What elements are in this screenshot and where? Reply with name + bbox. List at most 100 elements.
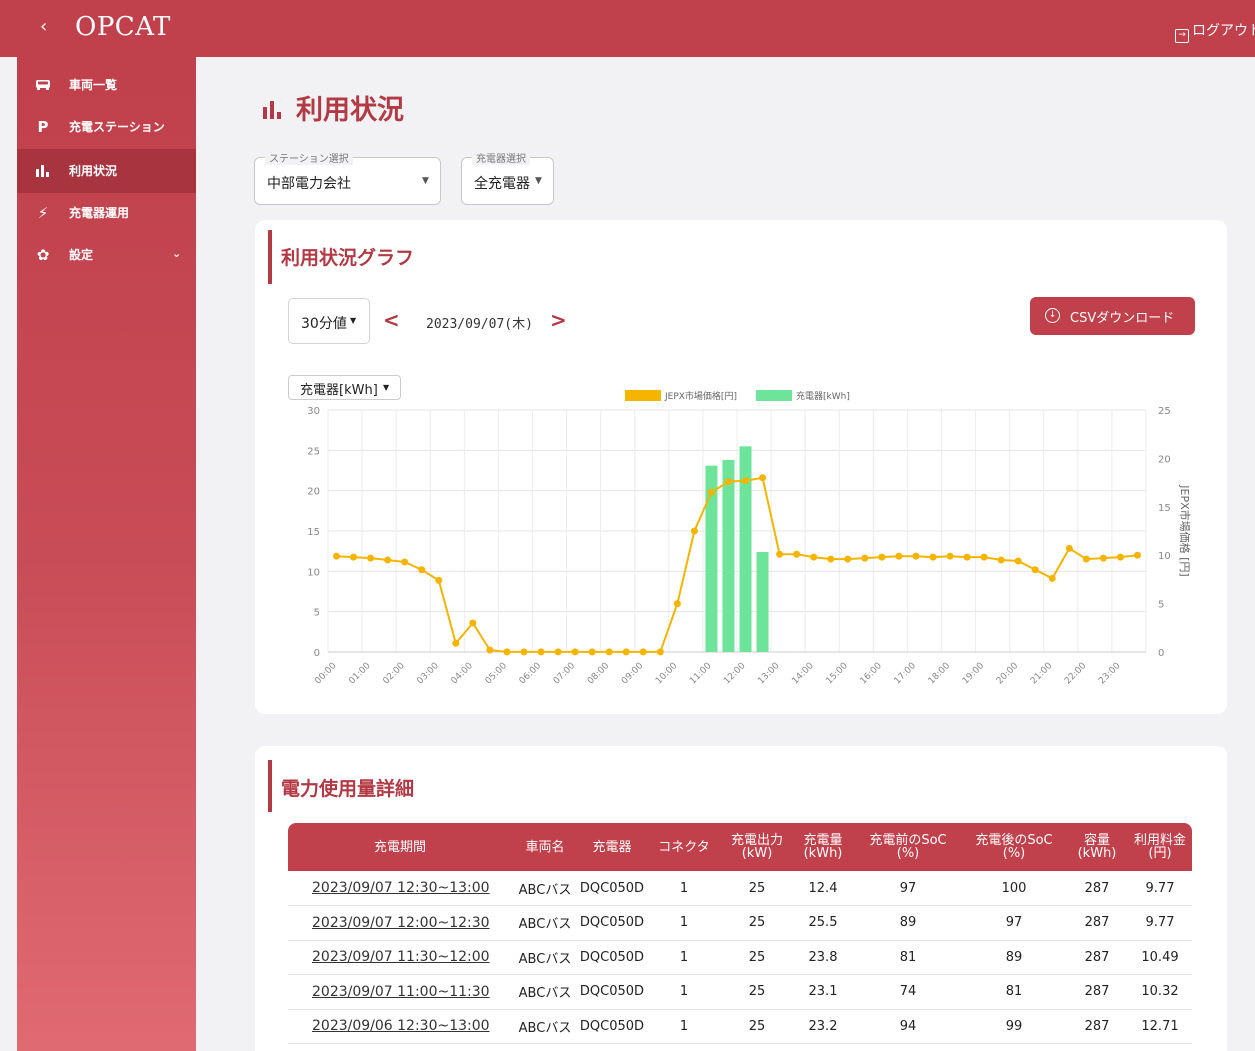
table-cell-fee: 12.71 [1128,1009,1192,1044]
point-jepx-price [844,555,852,563]
sidebar-item-stations[interactable]: P 充電ステーション [17,105,196,149]
table-header-text: 充電期間 [373,839,426,855]
table-cell-capacity: 287 [1066,871,1128,906]
point-jepx-price [742,477,750,485]
x-tick-label: 06:00 [518,661,544,687]
sidebar-item-label: 充電器運用 [69,206,130,220]
table-cell-output: 25 [722,974,792,1010]
sidebar: 車両一覧 P 充電ステーション 利用状況 ⚡ 充電器運用 ✿ 設定 ⌄ [17,57,196,1051]
x-tick-label: 19:00 [961,661,987,687]
sidebar-item-settings[interactable]: ✿ 設定 ⌄ [17,233,196,277]
table-header-text: (%) [896,846,920,861]
caret-down-icon: ▼ [535,176,542,186]
table-row: 2023/09/07 11:00~11:30 ABCバス DQC050D 1 25 23.… [288,974,1192,1010]
bar-chart-icon [262,95,284,126]
table-header-col-fee: 利用料金 (円) [1128,823,1192,871]
caret-down-icon: ▼ [422,176,429,186]
charger-select[interactable]: 充電器選択 全充電器 ▼ [461,150,554,205]
table-cell-connector: 1 [646,871,722,906]
x-tick-label: 18:00 [927,661,953,687]
point-jepx-price [690,527,698,535]
card-accent-bar [268,760,272,812]
point-jepx-price [333,552,341,560]
table-cell-charger: DQC050D [578,940,646,975]
csv-download-button[interactable]: ↓ CSVダウンロード [1030,297,1195,335]
table-cell-soc-after: 81 [962,974,1066,1010]
y-left-tick-label: 10 [307,567,320,578]
legend-swatch-charger [756,390,792,401]
table-cell-connector: 1 [646,905,722,941]
prev-date-button[interactable]: < [383,308,400,332]
chevron-down-icon: ⌄ [172,247,182,260]
point-jepx-price [418,566,426,574]
point-jepx-price [929,553,937,561]
point-jepx-price [435,576,443,584]
sidebar-item-label: 設定 [69,248,94,262]
point-jepx-price [1116,553,1124,561]
table-header-text: 車両名 [525,839,565,855]
interval-value: 30分値 [301,316,347,332]
bar-chart-icon [35,163,51,179]
table-cell-period[interactable]: 2023/09/07 12:30~13:00 [288,871,512,906]
point-jepx-price [1133,551,1141,559]
table-cell-soc-after: 99 [962,1009,1066,1044]
table-cell-connector: 1 [646,974,722,1010]
table-cell-charger: DQC050D [578,1009,646,1044]
table-cell-fee: 9.77 [1128,871,1192,906]
detail-card-title: 電力使用量詳細 [281,778,415,800]
collapse-sidebar-icon[interactable]: ‹ [40,16,47,37]
x-tick-label: 22:00 [1063,661,1089,687]
x-tick-label: 15:00 [824,661,850,687]
table-cell-connector: 1 [646,940,722,975]
point-jepx-price [1031,566,1039,574]
table-header-text: (円) [1148,846,1172,861]
sidebar-item-usage[interactable]: 利用状況 [17,149,196,193]
logout-button[interactable]: → ログアウト [1175,20,1255,43]
table-cell-period[interactable]: 2023/09/07 11:00~11:30 [288,974,512,1010]
sidebar-item-vehicles[interactable]: 車両一覧 [17,63,196,107]
y-left-tick-label: 20 [307,487,320,498]
table-cell-period[interactable]: 2023/09/06 12:30~13:00 [288,1009,512,1044]
sidebar-item-charger-ops[interactable]: ⚡ 充電器運用 [17,191,196,235]
detail-table: 充電期間 車両名 充電器 コネクタ 充電出力 (kW) 充電量 (kWh) 充電前のSoC (%)… [288,823,1192,1044]
bar-charger-kwh [756,551,769,652]
sidebar-item-label: 車両一覧 [69,78,118,92]
table-cell-vehicle: ABCバス [512,940,578,975]
table-cell-energy: 23.8 [792,940,854,975]
table-cell-energy: 23.2 [792,1009,854,1044]
next-date-button[interactable]: > [550,308,567,332]
x-tick-label: 21:00 [1029,661,1055,687]
y-left-tick-label: 0 [314,648,320,659]
point-jepx-price [486,646,494,654]
table-header-col-output: 充電出力 (kW) [722,823,792,871]
x-tick-label: 09:00 [620,661,646,687]
table-row: 2023/09/07 11:30~12:00 ABCバス DQC050D 1 25 23.… [288,940,1192,975]
x-tick-label: 08:00 [586,661,612,687]
table-header-row: 充電期間 車両名 充電器 コネクタ 充電出力 (kW) 充電量 (kWh) 充電前のSoC (%)… [288,823,1192,871]
table-cell-capacity: 287 [1066,940,1128,975]
point-jepx-price [980,553,988,561]
table-cell-soc-after: 100 [962,871,1066,906]
point-jepx-price [384,556,392,564]
legend-swatch-jepx [625,390,661,401]
table-header-col-capacity: 容量 (kWh) [1066,823,1128,871]
table-cell-period[interactable]: 2023/09/07 11:30~12:00 [288,940,512,975]
table-cell-period[interactable]: 2023/09/07 12:00~12:30 [288,905,512,941]
interval-select[interactable]: 30分値 ▼ [288,298,370,344]
card-accent-bar [268,230,272,284]
logout-label: ログアウト [1192,23,1255,39]
station-select[interactable]: ステーション選択 中部電力会社 ▼ [254,150,441,205]
table-cell-charger: DQC050D [578,905,646,941]
point-jepx-price [1014,557,1022,565]
table-cell-capacity: 287 [1066,974,1128,1010]
point-jepx-price [656,648,664,656]
y-left-tick-label: 30 [307,406,320,417]
point-jepx-price [963,553,971,561]
charger-select-value: 全充電器 [474,176,530,192]
table-cell-energy: 12.4 [792,871,854,906]
point-jepx-price [1065,544,1073,552]
x-tick-label: 12:00 [722,661,748,687]
x-tick-label: 04:00 [450,661,476,687]
point-jepx-price [1082,555,1090,563]
page-title-text: 利用状況 [296,95,404,126]
